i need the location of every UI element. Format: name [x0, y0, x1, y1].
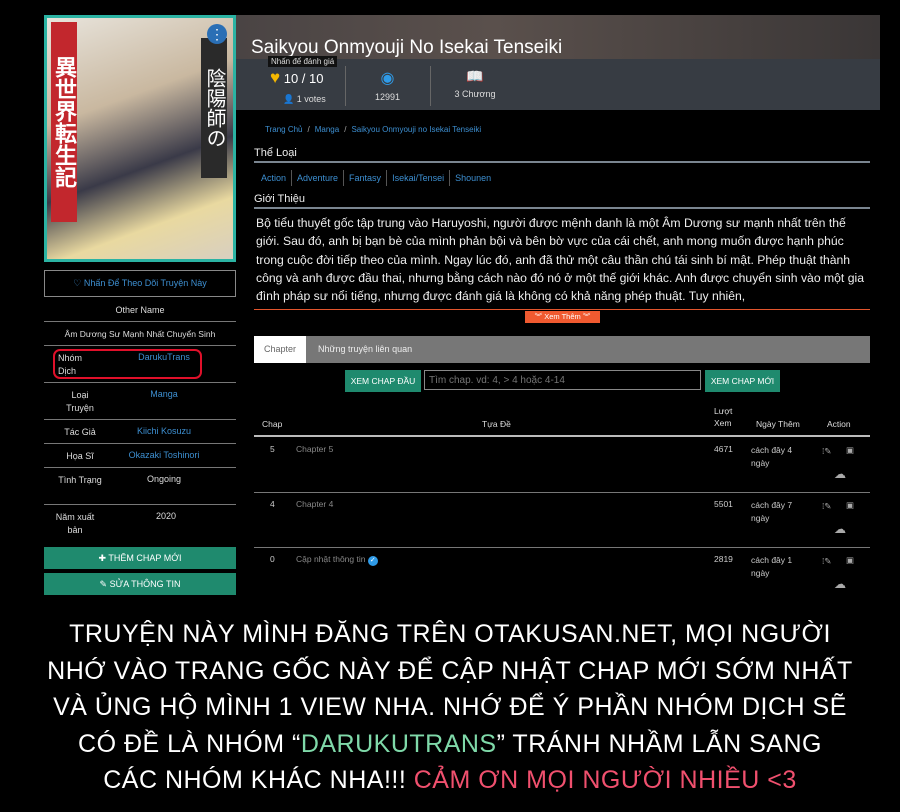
- first-chapter-button[interactable]: XEM CHAP ĐẦU: [345, 370, 421, 392]
- other-name-label: Other Name: [44, 298, 236, 322]
- add-image-icon[interactable]: ▣: [846, 445, 854, 456]
- add-image-icon[interactable]: ▣: [846, 500, 854, 511]
- group-link[interactable]: DarukuTrans: [124, 352, 204, 362]
- tab-related[interactable]: Những truyện liên quan: [308, 336, 422, 363]
- genre-action[interactable]: Action: [256, 170, 291, 186]
- cover-lettering: 異世界転生記: [51, 22, 77, 222]
- col-chap: Chap: [262, 419, 283, 429]
- col-action: Action: [827, 419, 851, 429]
- intro-heading: Giới Thiệu: [254, 193, 870, 209]
- verified-icon: ✓: [367, 556, 378, 566]
- rating-button[interactable]: ♥ 10 / 10: [270, 68, 323, 88]
- info-row-author: Tác Giả Kiichi Kosuzu: [44, 420, 236, 444]
- genres-heading: Thể Loại: [254, 147, 870, 163]
- cloud-download-icon[interactable]: ☁: [834, 522, 846, 536]
- rating-tooltip: Nhấn để đánh giá: [268, 56, 338, 67]
- author-link[interactable]: Kiichi Kosuzu: [124, 426, 204, 436]
- info-row-year: Năm xuất bản 2020: [55, 511, 177, 535]
- divider: [254, 309, 870, 310]
- votes-count: 👤 1 votes: [283, 94, 326, 104]
- info-row-group: Nhóm Dịch DarukuTrans: [44, 346, 236, 383]
- add-image-icon[interactable]: ▣: [846, 555, 854, 566]
- genre-shounen[interactable]: Shounen: [449, 170, 496, 186]
- col-date: Ngày Thêm: [756, 419, 800, 429]
- edit-info-button[interactable]: ✎ SỬA THÔNG TIN: [44, 573, 236, 595]
- other-name-value: Âm Dương Sư Mạnh Nhất Chuyển Sinh: [44, 322, 236, 346]
- chapter-link[interactable]: Chapter 5: [296, 444, 333, 454]
- info-row-artist: Họa Sĩ Okazaki Toshinori: [44, 444, 236, 468]
- genre-isekai[interactable]: Isekai/Tensei: [386, 170, 449, 186]
- col-title: Tựa Đề: [482, 419, 511, 429]
- user-icon: 👤: [283, 94, 295, 104]
- edit-icon[interactable]: ⁞✎: [822, 446, 831, 457]
- description: Bộ tiểu thuyết gốc tập trung vào Haruyos…: [256, 216, 864, 304]
- edit-icon[interactable]: ⁞✎: [822, 501, 831, 512]
- tab-chapter[interactable]: Chapter: [254, 336, 307, 363]
- genre-fantasy[interactable]: Fantasy: [343, 170, 386, 186]
- artist-link[interactable]: Okazaki Toshinori: [119, 450, 209, 460]
- info-row-type: Loại Truyện Manga: [44, 383, 236, 420]
- show-more-button[interactable]: ︾ Xem Thêm ︾: [525, 311, 600, 323]
- rating-value: 10 / 10: [283, 71, 324, 86]
- latest-chapter-button[interactable]: XEM CHAP MỚI: [705, 370, 780, 392]
- info-row-status: Tình Trạng Ongoing: [44, 468, 236, 505]
- chapter-link[interactable]: Cập nhật thông tin ✓: [296, 554, 378, 566]
- notice-text: Truyện này mình đăng trên otakusan.net, …: [47, 620, 853, 794]
- edit-icon[interactable]: ⁞✎: [822, 556, 831, 567]
- table-row: 4 Chapter 4 5501 cách đây 7 ngày ⁞✎ ▣ ☁: [254, 492, 870, 547]
- follow-button[interactable]: ♡ Nhấn Để Theo Dõi Truyện Này: [44, 270, 236, 297]
- chapters-stat: 📖 3 Chương: [445, 68, 505, 99]
- eye-icon: ◉: [380, 70, 395, 87]
- table-row: 5 Chapter 5 4671 cách đây 4 ngày ⁞✎ ▣ ☁: [270, 444, 855, 481]
- more-vert-icon[interactable]: ⋮: [207, 24, 227, 44]
- breadcrumb-current[interactable]: Saikyou Onmyouji no Isekai Tenseiki: [351, 125, 481, 134]
- breadcrumb-home[interactable]: Trang Chủ: [265, 125, 303, 134]
- chapter-link[interactable]: Chapter 4: [296, 499, 333, 509]
- breadcrumb: Trang Chủ / Manga / Saikyou Onmyouji no Isek…: [265, 125, 482, 134]
- breadcrumb-manga[interactable]: Manga: [315, 125, 339, 134]
- cover-lettering: 陰陽師の: [201, 38, 227, 178]
- cover-image: 異世界転生記 陰陽師の ⋮: [44, 15, 236, 262]
- genre-adventure[interactable]: Adventure: [291, 170, 343, 186]
- heart-icon: ♥: [270, 68, 281, 87]
- genre-list: Action Adventure Fantasy Isekai/Tensei S…: [256, 170, 496, 186]
- add-chapter-button[interactable]: ✚ THÊM CHAP MỚI: [44, 547, 236, 569]
- col-views: Lượt Xem: [714, 406, 733, 428]
- type-link[interactable]: Manga: [124, 389, 204, 399]
- cloud-download-icon[interactable]: ☁: [834, 577, 846, 591]
- book-reader-icon: 📖: [466, 68, 484, 84]
- views-stat: ◉ 12991: [360, 68, 415, 102]
- cloud-download-icon[interactable]: ☁: [834, 467, 846, 481]
- chapter-search-input[interactable]: [424, 370, 701, 390]
- tab-bar: Chapter Những truyện liên quan: [254, 336, 870, 363]
- table-row: 0 Cập nhật thông tin ✓ 2819 cách đây 1 n…: [254, 547, 870, 602]
